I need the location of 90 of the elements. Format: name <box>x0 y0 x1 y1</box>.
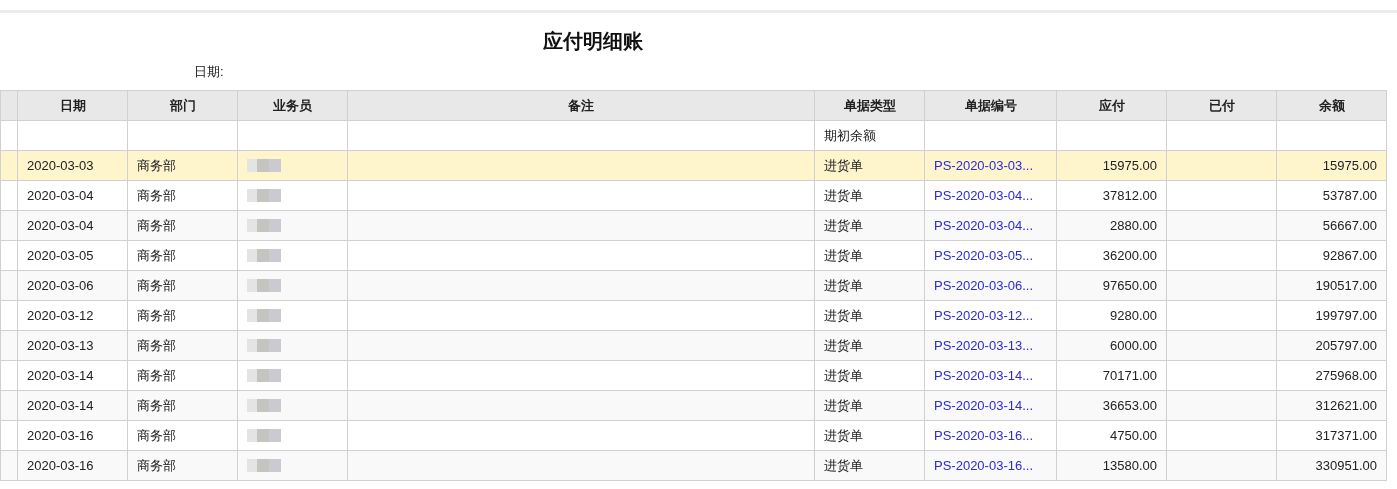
document-type-cell: 进货单 <box>824 157 863 173</box>
balance-cell: 330951.00 <box>1315 458 1377 473</box>
redacted-block <box>247 279 281 292</box>
date-label: 日期: <box>194 64 224 79</box>
column-header: 日期 <box>17 90 128 121</box>
table-row[interactable]: 2020-03-03 商务部 进货单 PS-2020-03-03... 15975.00 15975.00 <box>0 150 1387 181</box>
document-type-cell: 进货单 <box>824 457 863 473</box>
table-row[interactable]: 期初余额 <box>0 120 1387 151</box>
date-cell: 2020-03-13 <box>27 338 94 353</box>
department-cell: 商务部 <box>137 457 176 473</box>
payable-cell: 2880.00 <box>1110 218 1157 233</box>
redacted-block <box>247 309 281 322</box>
payable-cell: 70171.00 <box>1102 368 1157 383</box>
document-type-cell: 进货单 <box>824 247 863 263</box>
document-type-cell: 进货单 <box>824 427 863 443</box>
balance-cell: 205797.00 <box>1315 338 1377 353</box>
department-cell: 商务部 <box>137 157 176 173</box>
report-title: 应付明细账 <box>543 29 643 54</box>
payable-cell: 4750.00 <box>1110 428 1157 443</box>
balance-cell: 199797.00 <box>1315 308 1377 323</box>
column-header: 已付 <box>1166 90 1277 121</box>
date-cell: 2020-03-14 <box>27 368 94 383</box>
column-header: 余额 <box>1276 90 1387 121</box>
column-header: 部门 <box>127 90 238 121</box>
balance-cell: 190517.00 <box>1315 278 1377 293</box>
table-row[interactable]: 2020-03-14 商务部 进货单 PS-2020-03-14... 36653.00 312621.00 <box>0 390 1387 421</box>
document-type-cell: 进货单 <box>824 307 863 323</box>
document-type-cell: 进货单 <box>824 397 863 413</box>
column-header: 单据编号 <box>924 90 1057 121</box>
balance-cell: 92867.00 <box>1322 248 1377 263</box>
balance-cell: 15975.00 <box>1322 158 1377 173</box>
date-cell: 2020-03-14 <box>27 398 94 413</box>
redacted-block <box>247 159 281 172</box>
redacted-block <box>247 369 281 382</box>
balance-cell: 56667.00 <box>1322 218 1377 233</box>
department-cell: 商务部 <box>137 427 176 443</box>
balance-cell: 53787.00 <box>1322 188 1377 203</box>
date-cell: 2020-03-16 <box>27 458 94 473</box>
document-type-cell: 进货单 <box>824 277 863 293</box>
table-row[interactable]: 2020-03-05 商务部 进货单 PS-2020-03-05... 36200.00 92867.00 <box>0 240 1387 271</box>
redacted-block <box>247 459 281 472</box>
payable-cell: 37812.00 <box>1102 188 1157 203</box>
department-cell: 商务部 <box>137 367 176 383</box>
document-type-cell: 进货单 <box>824 217 863 233</box>
redacted-block <box>247 249 281 262</box>
column-header: 单据类型 <box>814 90 925 121</box>
date-cell: 2020-03-03 <box>27 158 94 173</box>
balance-cell: 312621.00 <box>1315 398 1377 413</box>
table-row[interactable]: 2020-03-13 商务部 进货单 PS-2020-03-13... 6000.00 205797.00 <box>0 330 1387 361</box>
document-type-cell: 进货单 <box>824 187 863 203</box>
column-header: 业务员 <box>237 90 348 121</box>
balance-cell: 275968.00 <box>1315 368 1377 383</box>
date-cell: 2020-03-05 <box>27 248 94 263</box>
department-cell: 商务部 <box>137 247 176 263</box>
column-header: 备注 <box>347 90 815 121</box>
table-row[interactable]: 2020-03-16 商务部 进货单 PS-2020-03-16... 4750.00 317371.00 <box>0 420 1387 451</box>
department-cell: 商务部 <box>137 337 176 353</box>
department-cell: 商务部 <box>137 277 176 293</box>
payable-cell: 36200.00 <box>1102 248 1157 263</box>
redacted-block <box>247 189 281 202</box>
payable-cell: 13580.00 <box>1102 458 1157 473</box>
department-cell: 商务部 <box>137 397 176 413</box>
table-row[interactable]: 2020-03-04 商务部 进货单 PS-2020-03-04... 2880.00 56667.00 <box>0 210 1387 241</box>
redacted-block <box>247 399 281 412</box>
table-row[interactable]: 2020-03-16 商务部 进货单 PS-2020-03-16... 13580.00 330951.00 <box>0 450 1387 481</box>
payable-cell: 97650.00 <box>1102 278 1157 293</box>
date-cell: 2020-03-04 <box>27 188 94 203</box>
payable-cell: 36653.00 <box>1102 398 1157 413</box>
date-cell: 2020-03-16 <box>27 428 94 443</box>
table-row[interactable]: 2020-03-06 商务部 进货单 PS-2020-03-06... 97650.00 190517.00 <box>0 270 1387 301</box>
table-row[interactable]: 2020-03-12 商务部 进货单 PS-2020-03-12... 9280.00 199797.00 <box>0 300 1387 331</box>
table-row[interactable]: 2020-03-14 商务部 进货单 PS-2020-03-14... 70171.00 275968.00 <box>0 360 1387 391</box>
redacted-block <box>247 339 281 352</box>
date-cell: 2020-03-06 <box>27 278 94 293</box>
department-cell: 商务部 <box>137 307 176 323</box>
redacted-block <box>247 219 281 232</box>
payable-cell: 9280.00 <box>1110 308 1157 323</box>
redacted-block <box>247 429 281 442</box>
department-cell: 商务部 <box>137 187 176 203</box>
document-type-cell: 进货单 <box>824 367 863 383</box>
payable-cell: 15975.00 <box>1102 158 1157 173</box>
date-cell: 2020-03-12 <box>27 308 94 323</box>
date-cell: 2020-03-04 <box>27 218 94 233</box>
balance-cell: 317371.00 <box>1315 428 1377 443</box>
document-type-cell: 期初余额 <box>824 127 876 143</box>
payable-cell: 6000.00 <box>1110 338 1157 353</box>
department-cell: 商务部 <box>137 217 176 233</box>
document-type-cell: 进货单 <box>824 337 863 353</box>
column-header: 应付 <box>1056 90 1167 121</box>
table-row[interactable]: 2020-03-04 商务部 进货单 PS-2020-03-04... 37812.00 53787.00 <box>0 180 1387 211</box>
